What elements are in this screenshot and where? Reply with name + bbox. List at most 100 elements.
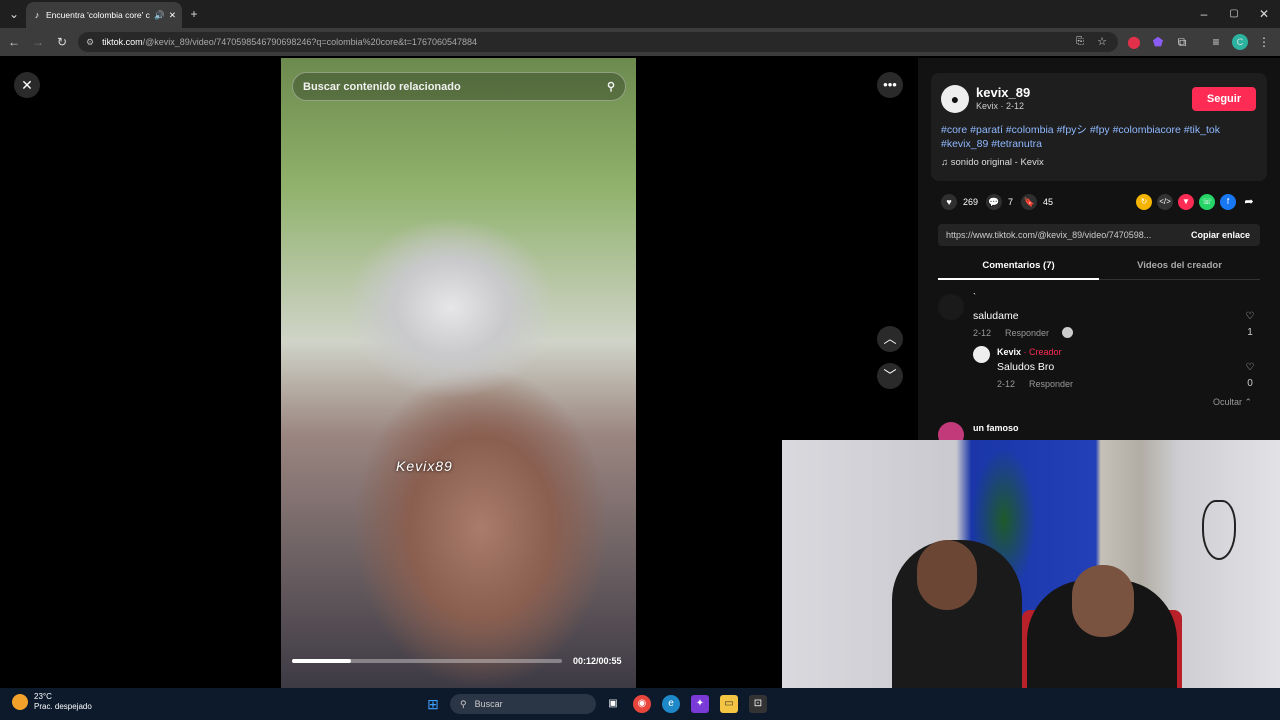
comment-heart-icon[interactable]: ♡ [1243,311,1257,322]
weather-widget[interactable]: 23°C Prac. despejado [12,692,92,712]
share-link-row: https://www.tiktok.com/@kevix_89/video/7… [938,224,1260,246]
reply-reply-button[interactable]: Responder [1029,379,1073,389]
sun-icon [12,694,28,710]
browser-menu-icon[interactable]: ⋮ [1256,34,1272,50]
share-url[interactable]: https://www.tiktok.com/@kevix_89/video/7… [938,230,1181,240]
tab-comments[interactable]: Comentarios (7) [938,256,1099,280]
taskbar-search[interactable]: ⚲ Buscar [450,694,596,714]
edge-icon[interactable]: e [662,695,680,713]
profile-avatar[interactable]: C [1232,34,1248,50]
extensions-puzzle-icon[interactable]: ⧉ [1174,34,1190,50]
new-tab-button[interactable]: + [186,6,202,22]
more-options-button[interactable]: ••• [877,72,903,98]
next-video-button[interactable]: ﹀ [877,363,903,389]
search-icon[interactable]: ⚲ [607,80,615,93]
extension-shield-icon[interactable]: ⬟ [1150,34,1166,50]
forward-icon[interactable]: → [30,34,46,50]
close-video-button[interactable]: ✕ [14,72,40,98]
speaker-icon[interactable]: 🔊 [154,10,165,21]
address-bar[interactable]: ⚙ tiktok.com/@kevix_89/video/74705985467… [78,32,1118,52]
task-view-icon[interactable]: ▣ [604,695,622,713]
video-progress-fill [292,659,352,663]
tab-title: Encuentra 'colombia core' c [46,10,150,20]
reply-author-name: Kevix [997,347,1022,357]
reply-like-count: 0 [1247,378,1253,389]
chrome-icon[interactable]: ◉ [633,695,651,713]
site-info-icon[interactable]: ⚙ [86,37,94,48]
reply-text: Saludos Bro [997,361,1055,373]
save-count: 45 [1043,197,1054,207]
hide-replies-button[interactable]: Ocultar ⌃ [1213,397,1252,408]
comment-icon[interactable]: 💬 [986,194,1003,210]
url-host: tiktok.com [102,37,143,47]
comment-text: saludame [973,310,1019,322]
bookmark-icon[interactable]: 🔖 [1021,194,1038,210]
reply-author[interactable]: Kevix · Creador [997,347,1062,357]
engagement-row: ♥ 269 💬 7 🔖 45 [941,194,1053,210]
facebook-icon[interactable]: f [1220,194,1236,210]
back-icon[interactable]: ← [6,34,22,50]
url-path: /@kevix_89/video/7470598546790698246?q=c… [142,37,478,47]
reply-heart-icon[interactable]: ♡ [1243,362,1257,373]
repost-icon[interactable]: ↻ [1136,194,1152,210]
extension-icon[interactable]: ⬤ [1126,34,1142,50]
creator-badge: · Creador [1023,347,1062,357]
sound-row[interactable]: ♫ sonido original - Kevix [941,157,1044,168]
embed-icon[interactable]: </> [1157,194,1173,210]
commenter-avatar[interactable] [938,294,964,320]
follow-button[interactable]: Seguir [1192,87,1256,111]
send-icon[interactable]: ▼ [1178,194,1194,210]
file-explorer-icon[interactable]: ▭ [720,695,738,713]
whatsapp-icon[interactable]: ☏ [1199,194,1215,210]
panel-tabs: Comentarios (7) Videos del creador [938,256,1260,280]
store-icon[interactable]: ⊡ [749,695,767,713]
music-note-icon: ♫ [941,157,949,168]
close-tab-icon[interactable]: ✕ [169,10,176,21]
tab-search-icon[interactable]: ⌄ [6,6,22,22]
video-timecode: 00:12/00:55 [573,656,622,666]
heart-icon[interactable]: ♥ [941,194,957,210]
tab-creator-videos[interactable]: Videos del creador [1099,256,1260,280]
restore-button[interactable]: ▢ [1226,6,1242,22]
like-count: 269 [963,197,979,207]
copilot-icon[interactable]: ✦ [691,695,709,713]
like-action[interactable]: ♥ 269 [941,194,978,210]
taskbar-search-icon: ⚲ [460,698,467,709]
person-left-head [917,540,977,610]
comment-like-count: 1 [1247,327,1253,338]
save-action[interactable]: 🔖 45 [1021,194,1053,210]
browser-tab[interactable]: ♪ Encuentra 'colombia core' c 🔊 ✕ [26,2,182,28]
tiktok-icon: ♪ [34,10,40,20]
reply-avatar[interactable] [973,346,990,363]
previous-video-button[interactable]: ︿ [877,326,903,352]
close-window-button[interactable]: ✕ [1256,6,1272,22]
windows-start-icon[interactable]: ⊞ [424,695,442,713]
video-progress-bar[interactable] [292,659,562,663]
creator-avatar[interactable]: ● [941,85,969,113]
commenter-name-2[interactable]: un famoso [973,423,1019,433]
creator-subline: Kevix · 2-12 [976,101,1025,111]
webcam-overlay [782,440,1280,720]
video-watermark: Kevix89 [396,458,453,474]
share-icons: ↻ </> ▼ ☏ f ➦ [1136,194,1257,210]
comment-count: 7 [1008,197,1014,207]
reply-button[interactable]: Responder [1005,328,1049,338]
comment-action[interactable]: 💬 7 [986,194,1013,210]
copy-link-button[interactable]: Copiar enlace [1181,230,1260,240]
wolf-wall-art [1202,500,1236,560]
creator-username[interactable]: kevix_89 [976,85,1030,100]
commenter-name[interactable]: ` [973,292,976,302]
weather-temp: 23°C [34,692,52,701]
video-player[interactable] [281,58,636,688]
install-icon[interactable]: ⎘ [1072,34,1088,50]
minimize-button[interactable]: – [1196,6,1212,22]
reload-icon[interactable]: ↻ [54,34,70,50]
bookmark-star-icon[interactable]: ☆ [1094,34,1110,50]
reply-date: 2-12 [997,379,1016,389]
taskbar-search-label: Buscar [474,699,503,709]
share-arrow-icon[interactable]: ➦ [1241,194,1257,210]
related-search-input[interactable]: Buscar contenido relacionado ⚲ [292,72,626,101]
video-description[interactable]: #core #paratí #colombia #fpyシ #fpy #colo… [941,123,1259,151]
sound-title: sonido original - Kevix [950,157,1044,168]
media-controls-icon[interactable]: ≡ [1208,34,1224,50]
